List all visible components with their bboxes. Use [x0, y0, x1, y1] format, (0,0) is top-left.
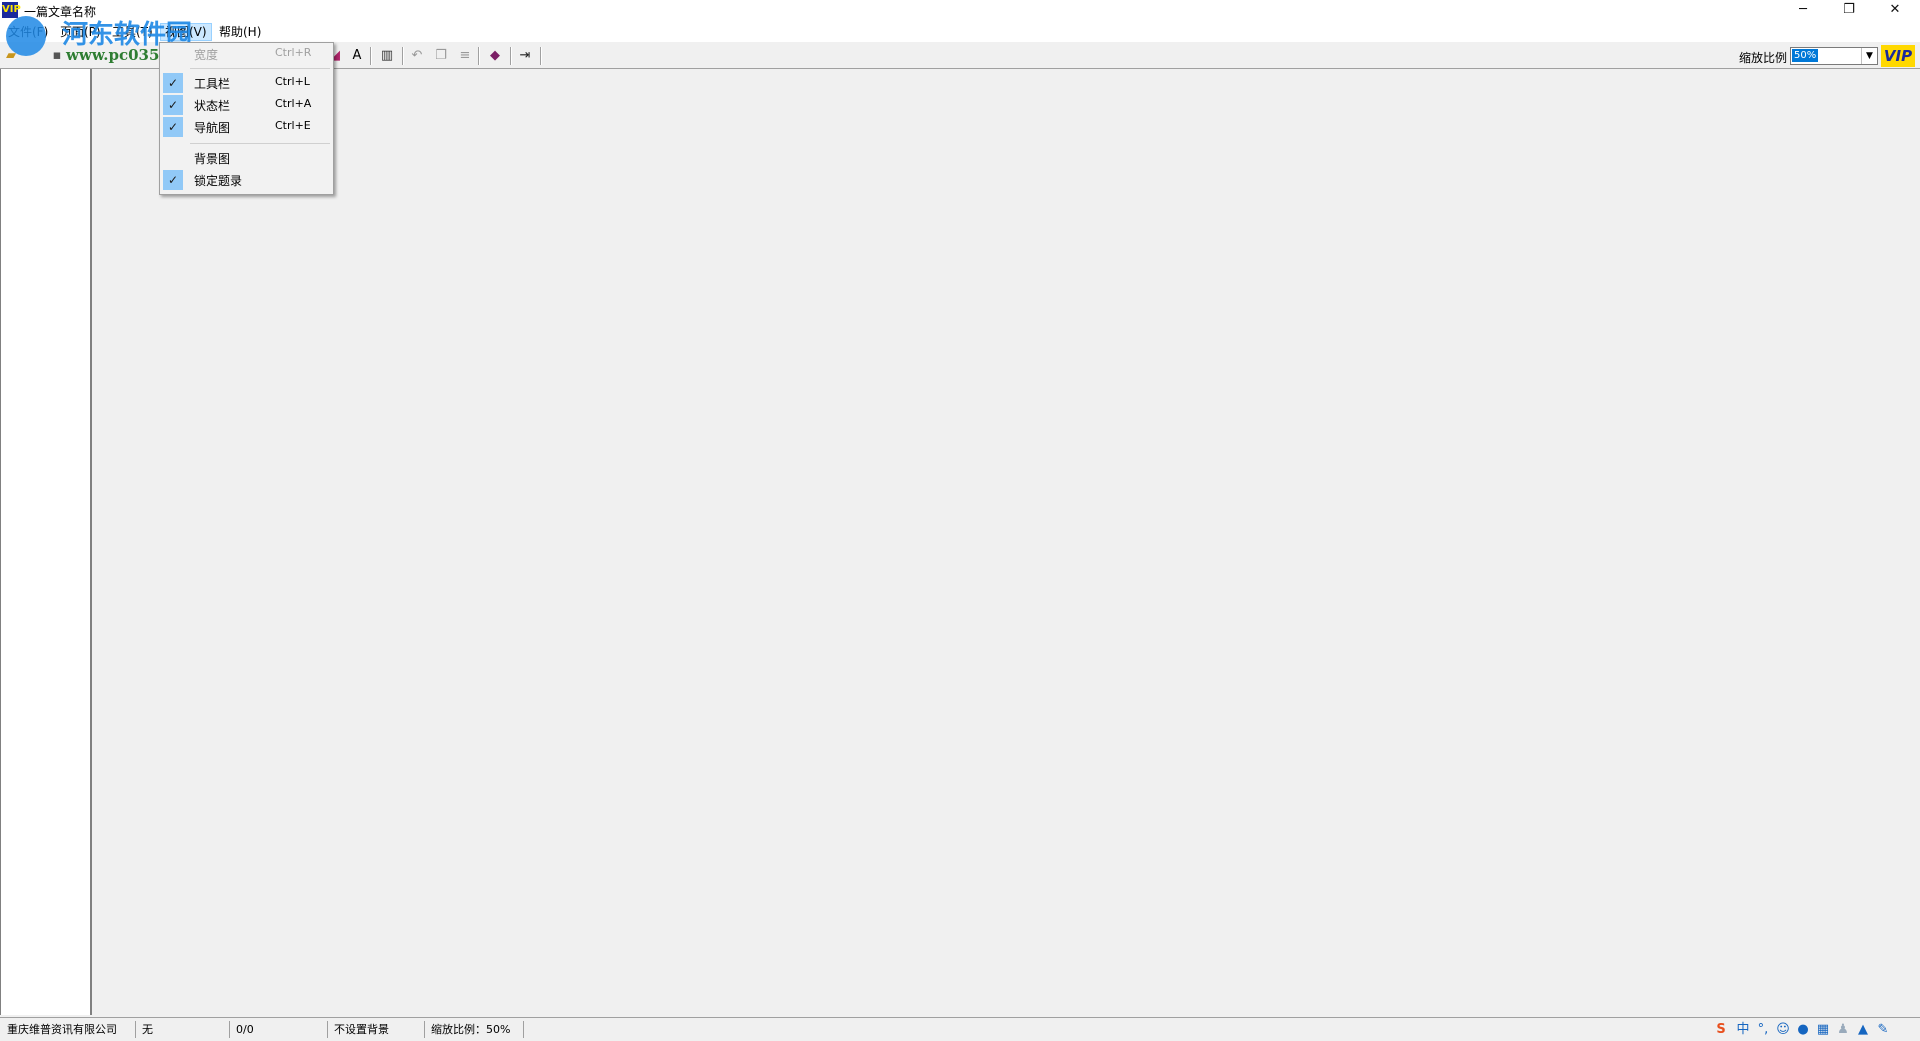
- menu-page[interactable]: 页面(P): [56, 24, 105, 40]
- toolbar-separator: [370, 47, 372, 65]
- vip-logo: VIP: [1881, 45, 1915, 67]
- status-field: 无: [137, 1021, 230, 1038]
- menu-item-label: 状态栏: [194, 99, 231, 113]
- toolbar-separator: [478, 47, 480, 65]
- toolbar-separator: [540, 47, 542, 65]
- menu-view[interactable]: 视图(V): [160, 23, 212, 41]
- status-company: 重庆维普资讯有限公司: [2, 1021, 136, 1038]
- minimize-button[interactable]: ─: [1780, 0, 1826, 22]
- title-bar: VIP 一篇文章名称 ─ ❐ ✕: [0, 0, 1920, 22]
- chinese-mode-icon[interactable]: 中: [1734, 1021, 1752, 1039]
- toolbar-separator: [402, 47, 404, 65]
- menu-item-shortcut: Ctrl+L: [275, 75, 310, 88]
- view-menu-item-background[interactable]: 背景图: [160, 147, 333, 169]
- zoom-select[interactable]: 50% ▼: [1790, 47, 1878, 65]
- punctuation-icon[interactable]: °,: [1754, 1021, 1772, 1039]
- checkmark-icon: ✓: [163, 95, 183, 115]
- toolbar-separator: [510, 47, 512, 65]
- menu-item-shortcut: Ctrl+A: [275, 97, 312, 110]
- chevron-down-icon[interactable]: ▼: [1861, 48, 1877, 64]
- emoji-icon[interactable]: ☺: [1774, 1021, 1792, 1039]
- view-menu-item-lock-record[interactable]: ✓ 锁定题录: [160, 169, 333, 191]
- exit-icon[interactable]: ⇥: [516, 47, 534, 65]
- menu-tools[interactable]: 工具(T): [108, 24, 157, 40]
- menu-item-label: 背景图: [194, 152, 231, 166]
- app-icon: VIP: [2, 2, 21, 18]
- user-icon[interactable]: ♟: [1834, 1021, 1852, 1039]
- status-bar: 重庆维普资讯有限公司 无 0/0 不设置背景 缩放比例：50% S 中 °, ☺…: [0, 1017, 1920, 1041]
- view-menu-item-statusbar[interactable]: ✓ 状态栏 Ctrl+A: [160, 94, 333, 116]
- status-background: 不设置背景: [329, 1021, 425, 1038]
- skin-icon[interactable]: ▲: [1854, 1021, 1872, 1039]
- checkmark-icon: ✓: [163, 117, 183, 137]
- chart-icon[interactable]: ▥: [378, 47, 396, 65]
- status-zoom: 缩放比例：50%: [426, 1021, 524, 1038]
- menu-help[interactable]: 帮助(H): [215, 24, 265, 40]
- menu-item-label: 工具栏: [194, 77, 231, 91]
- microphone-icon[interactable]: ●: [1794, 1021, 1812, 1039]
- menu-item-label: 导航图: [194, 121, 231, 135]
- text-icon[interactable]: A: [348, 47, 366, 65]
- menu-file[interactable]: 文件(F): [4, 24, 52, 40]
- menu-separator: [190, 68, 330, 69]
- menu-item-label: 宽度: [194, 48, 219, 62]
- zoom-label: 缩放比例: [1739, 51, 1788, 65]
- copy-icon[interactable]: ❐: [432, 47, 450, 65]
- document-area[interactable]: [92, 69, 1918, 1015]
- view-menu-dropdown: 宽度 Ctrl+R ✓ 工具栏 Ctrl+L ✓ 状态栏 Ctrl+A ✓ 导航…: [159, 42, 334, 195]
- menu-bar: 文件(F) 页面(P) 工具(T) 视图(V) 帮助(H): [0, 22, 1920, 42]
- close-button[interactable]: ✕: [1872, 0, 1918, 22]
- navigation-panel[interactable]: [0, 69, 92, 1015]
- view-menu-item-navigator[interactable]: ✓ 导航图 Ctrl+E: [160, 116, 333, 138]
- book-icon[interactable]: ◆: [486, 47, 504, 65]
- zoom-value: 50%: [1792, 49, 1819, 62]
- list-icon[interactable]: ≡: [456, 47, 474, 65]
- undo-icon[interactable]: ↶: [408, 47, 426, 65]
- restore-button[interactable]: ❐: [1826, 0, 1872, 22]
- menu-item-shortcut: Ctrl+R: [275, 46, 312, 59]
- menu-separator: [190, 143, 330, 144]
- view-menu-item-toolbar[interactable]: ✓ 工具栏 Ctrl+L: [160, 72, 333, 94]
- checkmark-icon: ✓: [163, 170, 183, 190]
- window-title: 一篇文章名称: [24, 5, 97, 19]
- wrench-icon[interactable]: ✎: [1874, 1021, 1892, 1039]
- checkmark-icon: ✓: [163, 73, 183, 93]
- keyboard-icon[interactable]: ▦: [1814, 1021, 1832, 1039]
- menu-item-shortcut: Ctrl+E: [275, 119, 311, 132]
- menu-item-label: 锁定题录: [194, 174, 243, 188]
- open-folder-icon[interactable]: ▰: [2, 47, 20, 65]
- sogou-icon[interactable]: S: [1712, 1021, 1730, 1039]
- save-icon[interactable]: ▪: [48, 47, 66, 65]
- view-menu-item-width[interactable]: 宽度 Ctrl+R: [160, 43, 333, 65]
- status-pages: 0/0: [231, 1021, 328, 1038]
